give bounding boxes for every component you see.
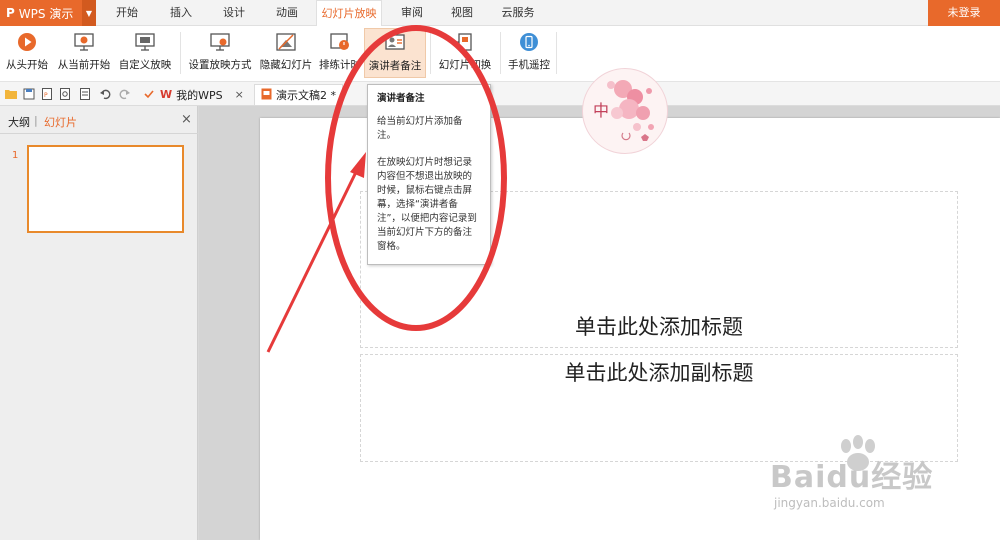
title-placeholder-text: 单击此处添加标题 xyxy=(575,315,743,339)
subtitle-placeholder-text: 单击此处添加副标题 xyxy=(564,361,754,385)
doc-tab-my-wps[interactable]: W 我的WPS × xyxy=(160,84,244,105)
customize-toolbar-icon[interactable] xyxy=(142,87,156,101)
show-settings-label: 设置放映方式 xyxy=(188,59,252,71)
presentation-file-icon xyxy=(261,88,272,103)
custom-show-icon xyxy=(134,31,156,53)
play-from-start-label: 从头开始 xyxy=(6,59,48,71)
ribbon-separator xyxy=(180,32,181,74)
play-from-start-button[interactable]: 从头开始 xyxy=(4,28,50,78)
play-from-current-label: 从当前开始 xyxy=(57,59,111,71)
ribbon-separator xyxy=(430,32,431,74)
close-icon[interactable]: × xyxy=(235,88,244,101)
chevron-down-icon[interactable]: ▼ xyxy=(82,0,96,26)
phone-remote-label: 手机遥控 xyxy=(508,59,550,71)
hide-slide-icon xyxy=(275,31,297,53)
tab-cloud[interactable]: 云服务 xyxy=(496,0,540,26)
login-button[interactable]: 未登录 xyxy=(928,0,1000,26)
rehearse-timing-label: 排练计时 xyxy=(319,59,361,71)
floral-sticker: 中 xyxy=(582,68,668,154)
close-icon[interactable]: × xyxy=(181,112,192,127)
tooltip-description: 给当前幻灯片添加备注。 xyxy=(377,116,463,141)
document-tab-bar: P W 我的WPS × 演示文稿2 * xyxy=(0,82,1000,106)
tab-design[interactable]: 设计 xyxy=(215,0,253,26)
rehearse-timing-button[interactable]: 排练计时 xyxy=(318,28,362,78)
print-icon[interactable] xyxy=(78,87,92,101)
speaker-notes-button[interactable]: 演讲者备注 xyxy=(364,28,426,78)
tooltip-title: 演讲者备注 xyxy=(377,93,425,104)
speaker-notes-label: 演讲者备注 xyxy=(368,60,422,72)
play-from-start-icon xyxy=(16,31,38,53)
speaker-notes-tooltip: 演讲者备注 给当前幻灯片添加备注。 在放映幻灯片时想记录内容但不想退出放映的时候… xyxy=(367,84,491,265)
redo-icon[interactable] xyxy=(118,87,132,101)
doc-tab-label: 我的WPS xyxy=(176,88,223,102)
hide-slide-label: 隐藏幻灯片 xyxy=(259,59,313,71)
open-folder-icon[interactable] xyxy=(4,87,18,101)
slides-panel: 大纲 | 幻灯片 × 1 xyxy=(0,106,198,540)
tab-divider: | xyxy=(34,114,38,127)
slide-transition-button[interactable]: 幻灯片切换 xyxy=(436,28,494,78)
slide-transition-icon xyxy=(454,31,476,53)
ribbon-separator xyxy=(500,32,501,74)
undo-icon[interactable] xyxy=(98,87,112,101)
tab-slideshow[interactable]: 幻灯片放映 xyxy=(316,0,382,27)
hide-slide-button[interactable]: 隐藏幻灯片 xyxy=(257,28,315,78)
watermark-url: jingyan.baidu.com xyxy=(774,496,885,510)
slide-thumbnail[interactable] xyxy=(27,145,184,233)
print-preview-icon[interactable] xyxy=(58,87,72,101)
phone-remote-icon xyxy=(518,31,540,53)
watermark-brand: Baidu经验 xyxy=(770,460,934,495)
play-from-current-icon xyxy=(73,31,95,53)
play-from-current-button[interactable]: 从当前开始 xyxy=(54,28,114,78)
wps-logo-icon: P xyxy=(6,6,15,20)
slides-panel-header: 大纲 | 幻灯片 × xyxy=(0,106,198,134)
tab-insert[interactable]: 插入 xyxy=(162,0,200,26)
baidu-watermark: Baidu经验 jingyan.baidu.com xyxy=(756,434,996,534)
app-menu-button[interactable]: P WPS 演示 ▼ xyxy=(0,0,96,26)
show-settings-icon xyxy=(209,31,231,53)
rehearse-timing-icon xyxy=(329,31,351,53)
tab-animation[interactable]: 动画 xyxy=(268,0,306,26)
sticker-character: 中 xyxy=(593,101,610,120)
menu-bar: P WPS 演示 ▼ 开始 插入 设计 动画 幻灯片放映 审阅 视图 云服务 未… xyxy=(0,0,1000,27)
custom-show-label: 自定义放映 xyxy=(118,59,172,71)
slide-transition-label: 幻灯片切换 xyxy=(438,59,492,71)
tab-start[interactable]: 开始 xyxy=(108,0,146,26)
tooltip-detail: 在放映幻灯片时想记录内容但不想退出放映的时候，鼠标右键点击屏幕，选择“演讲者备注… xyxy=(377,157,477,252)
doc-tab-label: 演示文稿2 * xyxy=(276,89,336,102)
app-name: WPS 演示 xyxy=(18,6,74,21)
tab-outline[interactable]: 大纲 xyxy=(8,114,30,130)
phone-remote-button[interactable]: 手机遥控 xyxy=(506,28,552,78)
speaker-notes-icon xyxy=(384,32,406,54)
slide-number: 1 xyxy=(12,150,19,161)
wps-logo-icon: W xyxy=(160,88,173,101)
show-settings-button[interactable]: 设置放映方式 xyxy=(186,28,254,78)
doc-tab-presentation[interactable]: 演示文稿2 * xyxy=(254,84,343,105)
custom-show-button[interactable]: 自定义放映 xyxy=(116,28,174,78)
ribbon-separator xyxy=(556,32,557,74)
ribbon: 从头开始 从当前开始 自定义放映 设置放映方式 隐藏幻灯片 排练计时 演讲者备注… xyxy=(0,26,1000,82)
tab-slides[interactable]: 幻灯片 xyxy=(44,114,77,130)
export-pdf-icon[interactable]: P xyxy=(40,87,54,101)
tab-view[interactable]: 视图 xyxy=(443,0,481,26)
svg-text:P: P xyxy=(44,92,48,99)
tab-review[interactable]: 审阅 xyxy=(393,0,431,26)
save-icon[interactable] xyxy=(22,87,36,101)
